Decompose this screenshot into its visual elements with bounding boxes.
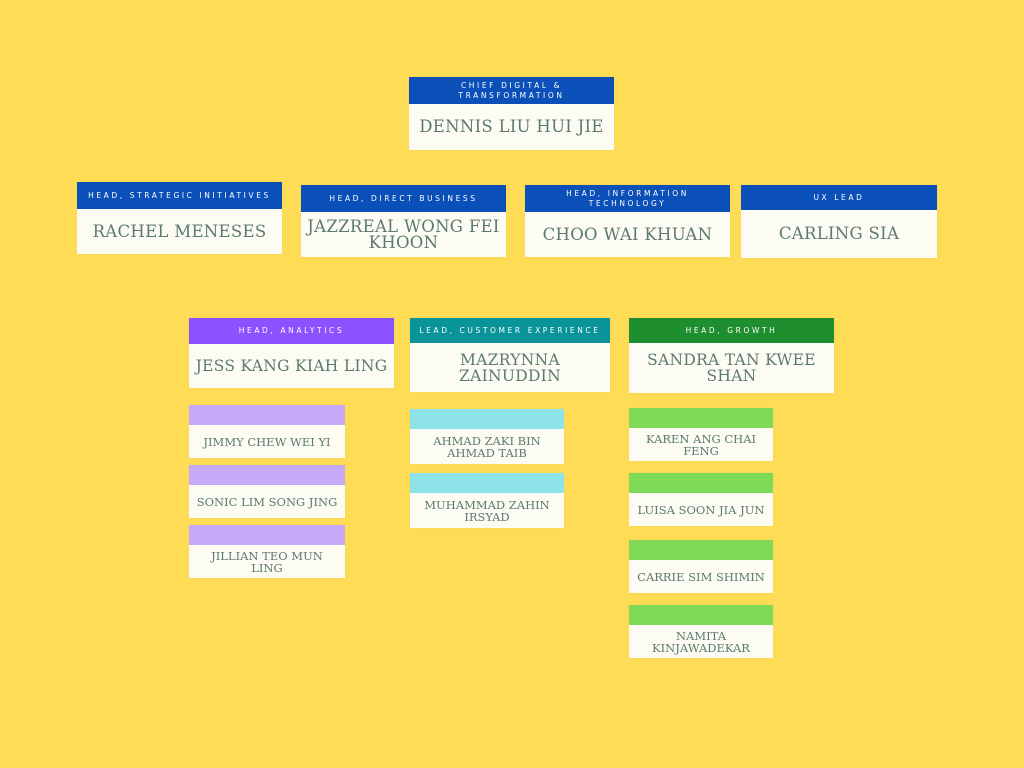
head-title: HEAD, INFORMATION TECHNOLOGY <box>525 185 730 212</box>
team-lead-name: JESS KANG KIAH LING <box>195 357 388 375</box>
member-card: NAMITA KINJAWADEKAR <box>629 605 773 658</box>
team-lead-card-analytics: HEAD, ANALYTICS JESS KANG KIAH LING <box>189 318 394 388</box>
member-card: AHMAD ZAKI BIN AHMAD TAIB <box>410 409 564 464</box>
member-card: SONIC LIM SONG JING <box>189 465 345 518</box>
member-card: CARRIE SIM SHIMIN <box>629 540 773 593</box>
member-name: JIMMY CHEW WEI YI <box>203 434 331 449</box>
head-name: CHOO WAI KHUAN <box>542 224 713 244</box>
head-title: UX LEAD <box>741 185 937 210</box>
member-name: LUISA SOON JIA JUN <box>637 502 765 517</box>
member-name: AHMAD ZAKI BIN AHMAD TAIB <box>433 433 541 460</box>
ceo-card: CHIEF DIGITAL & TRANSFORMATION DENNIS LI… <box>409 77 614 150</box>
member-card: MUHAMMAD ZAHIN IRSYAD <box>410 473 564 528</box>
head-title: HEAD, DIRECT BUSINESS <box>301 185 506 212</box>
member-name: MUHAMMAD ZAHIN IRSYAD <box>424 497 550 524</box>
member-color-strip <box>189 525 345 545</box>
member-color-strip <box>629 605 773 625</box>
member-name: CARRIE SIM SHIMIN <box>637 569 765 584</box>
member-name: NAMITA KINJAWADEKAR <box>652 628 750 655</box>
ceo-title: CHIEF DIGITAL & TRANSFORMATION <box>409 77 614 104</box>
head-name: RACHEL MENESES <box>92 221 267 241</box>
member-color-strip <box>629 540 773 560</box>
team-lead-card-customer-experience: LEAD, CUSTOMER EXPERIENCE MAZRYNNA ZAINU… <box>410 318 610 392</box>
member-name: SONIC LIM SONG JING <box>196 494 338 509</box>
member-color-strip <box>189 465 345 485</box>
member-name: JILLIAN TEO MUN LING <box>211 548 323 575</box>
team-lead-name: SANDRA TAN KWEE SHAN <box>647 351 816 385</box>
head-name: JAZZREAL WONG FEI KHOON <box>307 216 500 252</box>
member-color-strip <box>629 408 773 428</box>
member-name: KAREN ANG CHAI FENG <box>645 431 757 458</box>
ceo-name: DENNIS LIU HUI JIE <box>419 117 604 136</box>
team-lead-title: HEAD, ANALYTICS <box>189 318 394 344</box>
head-card-ux-lead: UX LEAD CARLING SIA <box>741 185 937 258</box>
head-title: HEAD, STRATEGIC INITIATIVES <box>77 182 282 209</box>
head-card-strategic-initiatives: HEAD, STRATEGIC INITIATIVES RACHEL MENES… <box>77 182 282 254</box>
member-color-strip <box>410 409 564 429</box>
member-card: KAREN ANG CHAI FENG <box>629 408 773 461</box>
team-lead-name: MAZRYNNA ZAINUDDIN <box>459 350 561 385</box>
team-lead-title: HEAD, GROWTH <box>629 318 834 343</box>
member-card: LUISA SOON JIA JUN <box>629 473 773 526</box>
team-lead-card-growth: HEAD, GROWTH SANDRA TAN KWEE SHAN <box>629 318 834 393</box>
member-color-strip <box>189 405 345 425</box>
member-card: JILLIAN TEO MUN LING <box>189 525 345 578</box>
member-card: JIMMY CHEW WEI YI <box>189 405 345 458</box>
head-card-information-technology: HEAD, INFORMATION TECHNOLOGY CHOO WAI KH… <box>525 185 730 257</box>
head-name: CARLING SIA <box>778 224 900 243</box>
member-color-strip <box>629 473 773 493</box>
head-card-direct-business: HEAD, DIRECT BUSINESS JAZZREAL WONG FEI … <box>301 185 506 257</box>
member-color-strip <box>410 473 564 493</box>
team-lead-title: LEAD, CUSTOMER EXPERIENCE <box>410 318 610 343</box>
